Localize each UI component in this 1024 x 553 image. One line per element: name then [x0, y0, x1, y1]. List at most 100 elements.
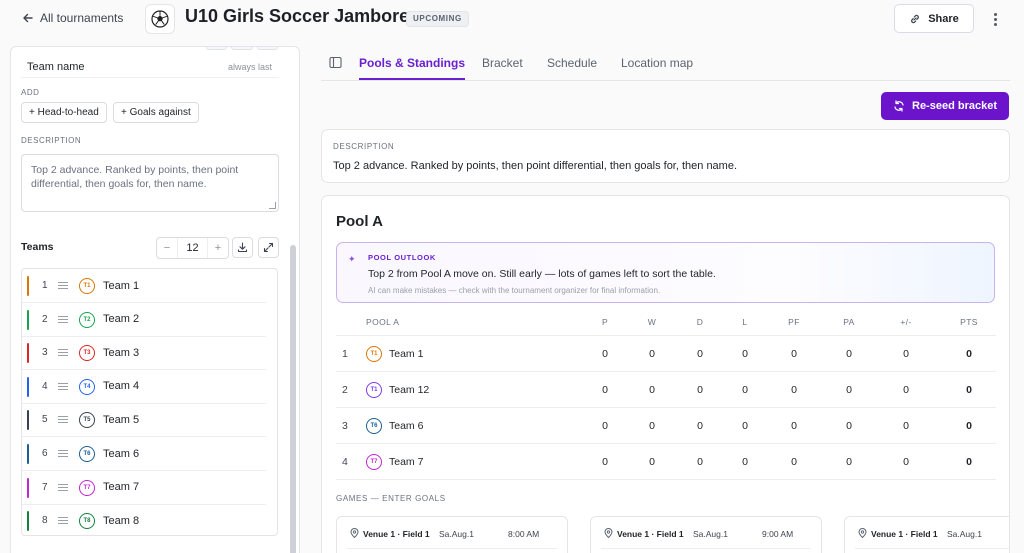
description-caption: DESCRIPTION: [333, 142, 395, 151]
tab-location-map[interactable]: Location map: [621, 56, 693, 70]
team-list-item[interactable]: 1 T1 Team 1: [22, 269, 266, 303]
standings-cell: 0: [903, 456, 909, 468]
resize-grip-icon[interactable]: [269, 202, 276, 209]
top-bar: All tournaments U10 Girls Soccer Jambore…: [0, 0, 1024, 38]
standings-row[interactable]: 1 T1 Team 1 0 0 0 0 0 0 0 0: [336, 336, 996, 372]
standings-row[interactable]: 3 T6 Team 6 0 0 0 0 0 0 0 0: [336, 408, 996, 444]
standings-column-header[interactable]: P: [589, 317, 621, 327]
team-chip: T6: [79, 446, 95, 462]
team-color-bar: [27, 444, 29, 464]
standings-cell: 0: [846, 456, 852, 468]
team-list-item[interactable]: 5 T5 Team 5: [22, 403, 266, 438]
team-count-stepper[interactable]: − 12 +: [156, 237, 229, 259]
drag-handle-icon[interactable]: [58, 414, 68, 425]
panel-scrollbar[interactable]: [290, 245, 296, 553]
drag-handle-icon[interactable]: [58, 381, 68, 392]
increment-button[interactable]: +: [208, 242, 228, 254]
standings-team-name: Team 6: [389, 420, 424, 432]
team-chip: T5: [79, 412, 95, 429]
standings-row[interactable]: 4 T7 Team 7 0 0 0 0 0 0 0 0: [336, 444, 996, 480]
team-color-bar: [27, 511, 29, 532]
more-menu-icon[interactable]: [988, 10, 1002, 28]
team-order-number: 5: [42, 414, 48, 426]
standings-cell: 0: [649, 420, 655, 432]
standings-column-header[interactable]: L: [729, 317, 761, 327]
game-date: Sa.Aug.1: [439, 529, 474, 539]
standings-cell: 0: [791, 384, 797, 396]
team-list-item[interactable]: 2 T2 Team 2: [22, 303, 266, 337]
tab-bracket[interactable]: Bracket: [482, 56, 523, 70]
team-color-bar: [27, 309, 29, 330]
team-color-bar: [27, 376, 29, 397]
expand-button[interactable]: [258, 237, 279, 258]
team-chip: T4: [79, 378, 95, 395]
tab-pools-standings[interactable]: Pools & Standings: [359, 56, 466, 80]
standings-column-header[interactable]: +/-: [890, 317, 922, 327]
team-order-number: 8: [42, 515, 48, 527]
outlook-text: Top 2 from Pool A move on. Still early —…: [368, 268, 716, 280]
standings-cell: 0: [697, 420, 703, 432]
standings-column-header[interactable]: PF: [778, 317, 810, 327]
standings-column-header[interactable]: PTS: [953, 317, 985, 327]
pool-title: Pool A: [336, 213, 383, 230]
game-venue: Venue 1 · Field 1: [363, 529, 430, 539]
drag-handle-icon[interactable]: [58, 482, 68, 493]
standings-row[interactable]: 2 T1 Team 12 0 0 0 0 0 0 0 0: [336, 372, 996, 408]
game-time: 8:00 AM: [508, 529, 540, 539]
sidebar-toggle-icon[interactable]: [329, 56, 342, 69]
download-button[interactable]: [232, 237, 253, 258]
expand-icon: [263, 242, 274, 253]
standings-column-header[interactable]: PA: [833, 317, 865, 327]
decrement-button[interactable]: −: [157, 242, 177, 254]
team-chip: T7: [79, 479, 95, 496]
team-chip: T3: [79, 345, 95, 362]
team-name: Team 7: [103, 481, 140, 494]
team-chip: T6: [366, 418, 382, 434]
refresh-icon: [894, 100, 904, 112]
drag-handle-icon[interactable]: [58, 448, 68, 459]
team-chip: T2: [79, 311, 95, 328]
team-color-bar: [27, 343, 29, 364]
drag-handle-icon[interactable]: [58, 280, 68, 291]
tab-schedule[interactable]: Schedule: [547, 56, 597, 70]
add-head-to-head-button[interactable]: + Head-to-head: [21, 102, 107, 123]
team-color-bar: [27, 276, 29, 296]
team-list-item[interactable]: 8 T8 Team 8: [22, 504, 266, 535]
team-color-bar: [27, 410, 29, 431]
back-link[interactable]: All tournaments: [22, 11, 123, 25]
team-list-item[interactable]: 3 T3 Team 3: [22, 336, 266, 371]
drag-handle-icon[interactable]: [58, 314, 68, 325]
arrow-left-icon: [23, 13, 33, 23]
standings-cell: 0: [903, 348, 909, 360]
standings-cell: 0: [903, 420, 909, 432]
drag-handle-icon[interactable]: [58, 515, 68, 526]
reseed-label: Re-seed bracket: [912, 100, 997, 112]
team-list-item[interactable]: 7 T7 Team 7: [22, 471, 266, 505]
standings-column-header[interactable]: W: [636, 317, 668, 327]
description-textarea[interactable]: Top 2 advance. Ranked by points, then po…: [21, 154, 279, 212]
reseed-bracket-button[interactable]: Re-seed bracket: [881, 92, 1009, 120]
game-venue: Venue 1 · Field 1: [617, 529, 684, 539]
standings-cell: 0: [903, 384, 909, 396]
team-chip: T1: [366, 382, 382, 398]
share-button[interactable]: Share: [894, 4, 974, 33]
game-card[interactable]: Venue 1 · Field 1Sa.Aug.110:00 AM: [844, 516, 1009, 553]
team-count-value[interactable]: 12: [177, 238, 208, 258]
standings-cell: 0: [697, 348, 703, 360]
location-pin-icon: [604, 528, 613, 538]
standings-cell: 0: [966, 384, 972, 396]
standings-column-header[interactable]: D: [684, 317, 716, 327]
team-name: Team 6: [103, 447, 140, 460]
drag-handle-icon[interactable]: [58, 347, 68, 358]
soccer-ball-icon: [151, 10, 169, 28]
team-list-item[interactable]: 6 T6 Team 6: [22, 437, 266, 471]
game-card[interactable]: Venue 1 · Field 1 Sa.Aug.1 9:00 AM: [590, 516, 822, 553]
back-label: All tournaments: [40, 11, 124, 25]
location-pin-icon: [858, 528, 867, 538]
download-icon: [237, 242, 248, 253]
team-order-number: 3: [42, 347, 48, 359]
team-list-item[interactable]: 4 T4 Team 4: [22, 370, 266, 404]
team-order-number: 7: [42, 481, 48, 493]
add-goals-against-button[interactable]: + Goals against: [113, 102, 199, 123]
game-card[interactable]: Venue 1 · Field 1 Sa.Aug.1 8:00 AM: [336, 516, 568, 553]
